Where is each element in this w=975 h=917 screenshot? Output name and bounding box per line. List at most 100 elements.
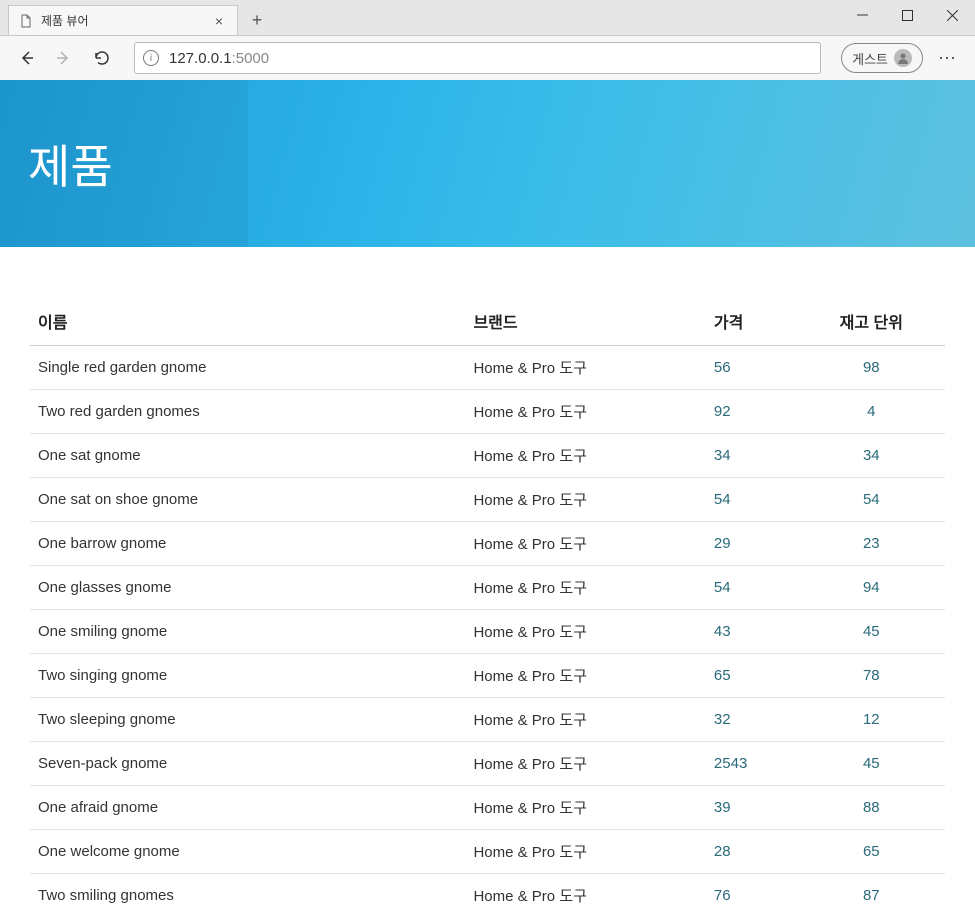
cell-price: 56 xyxy=(706,346,798,390)
cell-brand: Home & Pro 도구 xyxy=(465,390,705,434)
cell-price: 65 xyxy=(706,654,798,698)
cell-name: Two singing gnome xyxy=(30,654,465,698)
close-tab-icon[interactable]: × xyxy=(211,13,227,29)
url-host: 127.0.0.1 xyxy=(169,50,232,67)
titlebar: 제품 뷰어 × + xyxy=(0,0,975,35)
browser-tab[interactable]: 제품 뷰어 × xyxy=(8,5,238,35)
table-row: Two smiling gnomesHome & Pro 도구7687 xyxy=(30,874,945,917)
cell-brand: Home & Pro 도구 xyxy=(465,566,705,610)
window-controls xyxy=(840,0,975,30)
cell-name: Two smiling gnomes xyxy=(30,874,465,917)
cell-stock: 45 xyxy=(798,742,945,786)
table-row: One welcome gnomeHome & Pro 도구2865 xyxy=(30,830,945,874)
cell-stock: 4 xyxy=(798,390,945,434)
guest-label: 게스트 xyxy=(852,49,888,68)
cell-stock: 87 xyxy=(798,874,945,917)
back-button[interactable] xyxy=(12,44,40,72)
toolbar: i 127.0.0.1:5000 게스트 ⋯ xyxy=(0,35,975,80)
cell-brand: Home & Pro 도구 xyxy=(465,654,705,698)
col-stock: 재고 단위 xyxy=(798,297,945,346)
cell-brand: Home & Pro 도구 xyxy=(465,830,705,874)
col-price: 가격 xyxy=(706,297,798,346)
cell-price: 2543 xyxy=(706,742,798,786)
url-port: :5000 xyxy=(232,50,270,67)
tabs-area: 제품 뷰어 × + xyxy=(0,0,272,35)
close-window-button[interactable] xyxy=(930,0,975,30)
cell-price: 39 xyxy=(706,786,798,830)
cell-price: 54 xyxy=(706,478,798,522)
hero-banner: 제품 xyxy=(0,80,975,247)
cell-price: 32 xyxy=(706,698,798,742)
cell-name: One sat gnome xyxy=(30,434,465,478)
cell-price: 34 xyxy=(706,434,798,478)
page-heading: 제품 xyxy=(28,131,113,197)
browser-window: 제품 뷰어 × + i xyxy=(0,0,975,917)
cell-brand: Home & Pro 도구 xyxy=(465,786,705,830)
cell-name: One smiling gnome xyxy=(30,610,465,654)
tab-title: 제품 뷰어 xyxy=(41,12,203,29)
table-row: Two red garden gnomesHome & Pro 도구924 xyxy=(30,390,945,434)
cell-price: 76 xyxy=(706,874,798,917)
cell-stock: 45 xyxy=(798,610,945,654)
cell-stock: 54 xyxy=(798,478,945,522)
info-icon[interactable]: i xyxy=(143,50,159,66)
table-row: Single red garden gnomeHome & Pro 도구5698 xyxy=(30,346,945,390)
table-row: One smiling gnomeHome & Pro 도구4345 xyxy=(30,610,945,654)
cell-stock: 94 xyxy=(798,566,945,610)
forward-button[interactable] xyxy=(50,44,78,72)
cell-brand: Home & Pro 도구 xyxy=(465,434,705,478)
col-name: 이름 xyxy=(30,297,465,346)
products-table: 이름 브랜드 가격 재고 단위 Single red garden gnomeH… xyxy=(30,297,945,917)
table-row: One barrow gnomeHome & Pro 도구2923 xyxy=(30,522,945,566)
cell-name: Seven-pack gnome xyxy=(30,742,465,786)
table-row: Seven-pack gnomeHome & Pro 도구254345 xyxy=(30,742,945,786)
cell-name: One glasses gnome xyxy=(30,566,465,610)
cell-stock: 98 xyxy=(798,346,945,390)
table-container: 이름 브랜드 가격 재고 단위 Single red garden gnomeH… xyxy=(0,247,975,917)
cell-brand: Home & Pro 도구 xyxy=(465,874,705,917)
cell-name: One afraid gnome xyxy=(30,786,465,830)
minimize-button[interactable] xyxy=(840,0,885,30)
cell-brand: Home & Pro 도구 xyxy=(465,346,705,390)
table-row: One afraid gnomeHome & Pro 도구3988 xyxy=(30,786,945,830)
cell-stock: 34 xyxy=(798,434,945,478)
cell-stock: 78 xyxy=(798,654,945,698)
cell-name: Two red garden gnomes xyxy=(30,390,465,434)
cell-stock: 12 xyxy=(798,698,945,742)
reload-button[interactable] xyxy=(88,44,116,72)
cell-name: One welcome gnome xyxy=(30,830,465,874)
table-row: Two singing gnomeHome & Pro 도구6578 xyxy=(30,654,945,698)
table-header-row: 이름 브랜드 가격 재고 단위 xyxy=(30,297,945,346)
cell-price: 43 xyxy=(706,610,798,654)
new-tab-button[interactable]: + xyxy=(242,5,272,35)
cell-brand: Home & Pro 도구 xyxy=(465,610,705,654)
col-brand: 브랜드 xyxy=(465,297,705,346)
cell-stock: 65 xyxy=(798,830,945,874)
table-row: Two sleeping gnomeHome & Pro 도구3212 xyxy=(30,698,945,742)
cell-name: Single red garden gnome xyxy=(30,346,465,390)
cell-stock: 88 xyxy=(798,786,945,830)
url-text: 127.0.0.1:5000 xyxy=(169,50,269,67)
page-icon xyxy=(19,14,33,28)
cell-price: 92 xyxy=(706,390,798,434)
cell-price: 54 xyxy=(706,566,798,610)
table-row: One sat gnomeHome & Pro 도구3434 xyxy=(30,434,945,478)
table-row: One sat on shoe gnomeHome & Pro 도구5454 xyxy=(30,478,945,522)
table-row: One glasses gnomeHome & Pro 도구5494 xyxy=(30,566,945,610)
more-menu-button[interactable]: ⋯ xyxy=(933,43,963,73)
cell-stock: 23 xyxy=(798,522,945,566)
cell-price: 29 xyxy=(706,522,798,566)
maximize-button[interactable] xyxy=(885,0,930,30)
page-content[interactable]: 제품 이름 브랜드 가격 재고 단위 Single red garden gno… xyxy=(0,80,975,917)
cell-name: One barrow gnome xyxy=(30,522,465,566)
avatar-icon xyxy=(894,49,912,67)
address-bar[interactable]: i 127.0.0.1:5000 xyxy=(134,42,821,74)
cell-brand: Home & Pro 도구 xyxy=(465,478,705,522)
cell-brand: Home & Pro 도구 xyxy=(465,698,705,742)
cell-brand: Home & Pro 도구 xyxy=(465,742,705,786)
profile-button[interactable]: 게스트 xyxy=(841,43,923,73)
cell-name: One sat on shoe gnome xyxy=(30,478,465,522)
cell-name: Two sleeping gnome xyxy=(30,698,465,742)
cell-price: 28 xyxy=(706,830,798,874)
cell-brand: Home & Pro 도구 xyxy=(465,522,705,566)
